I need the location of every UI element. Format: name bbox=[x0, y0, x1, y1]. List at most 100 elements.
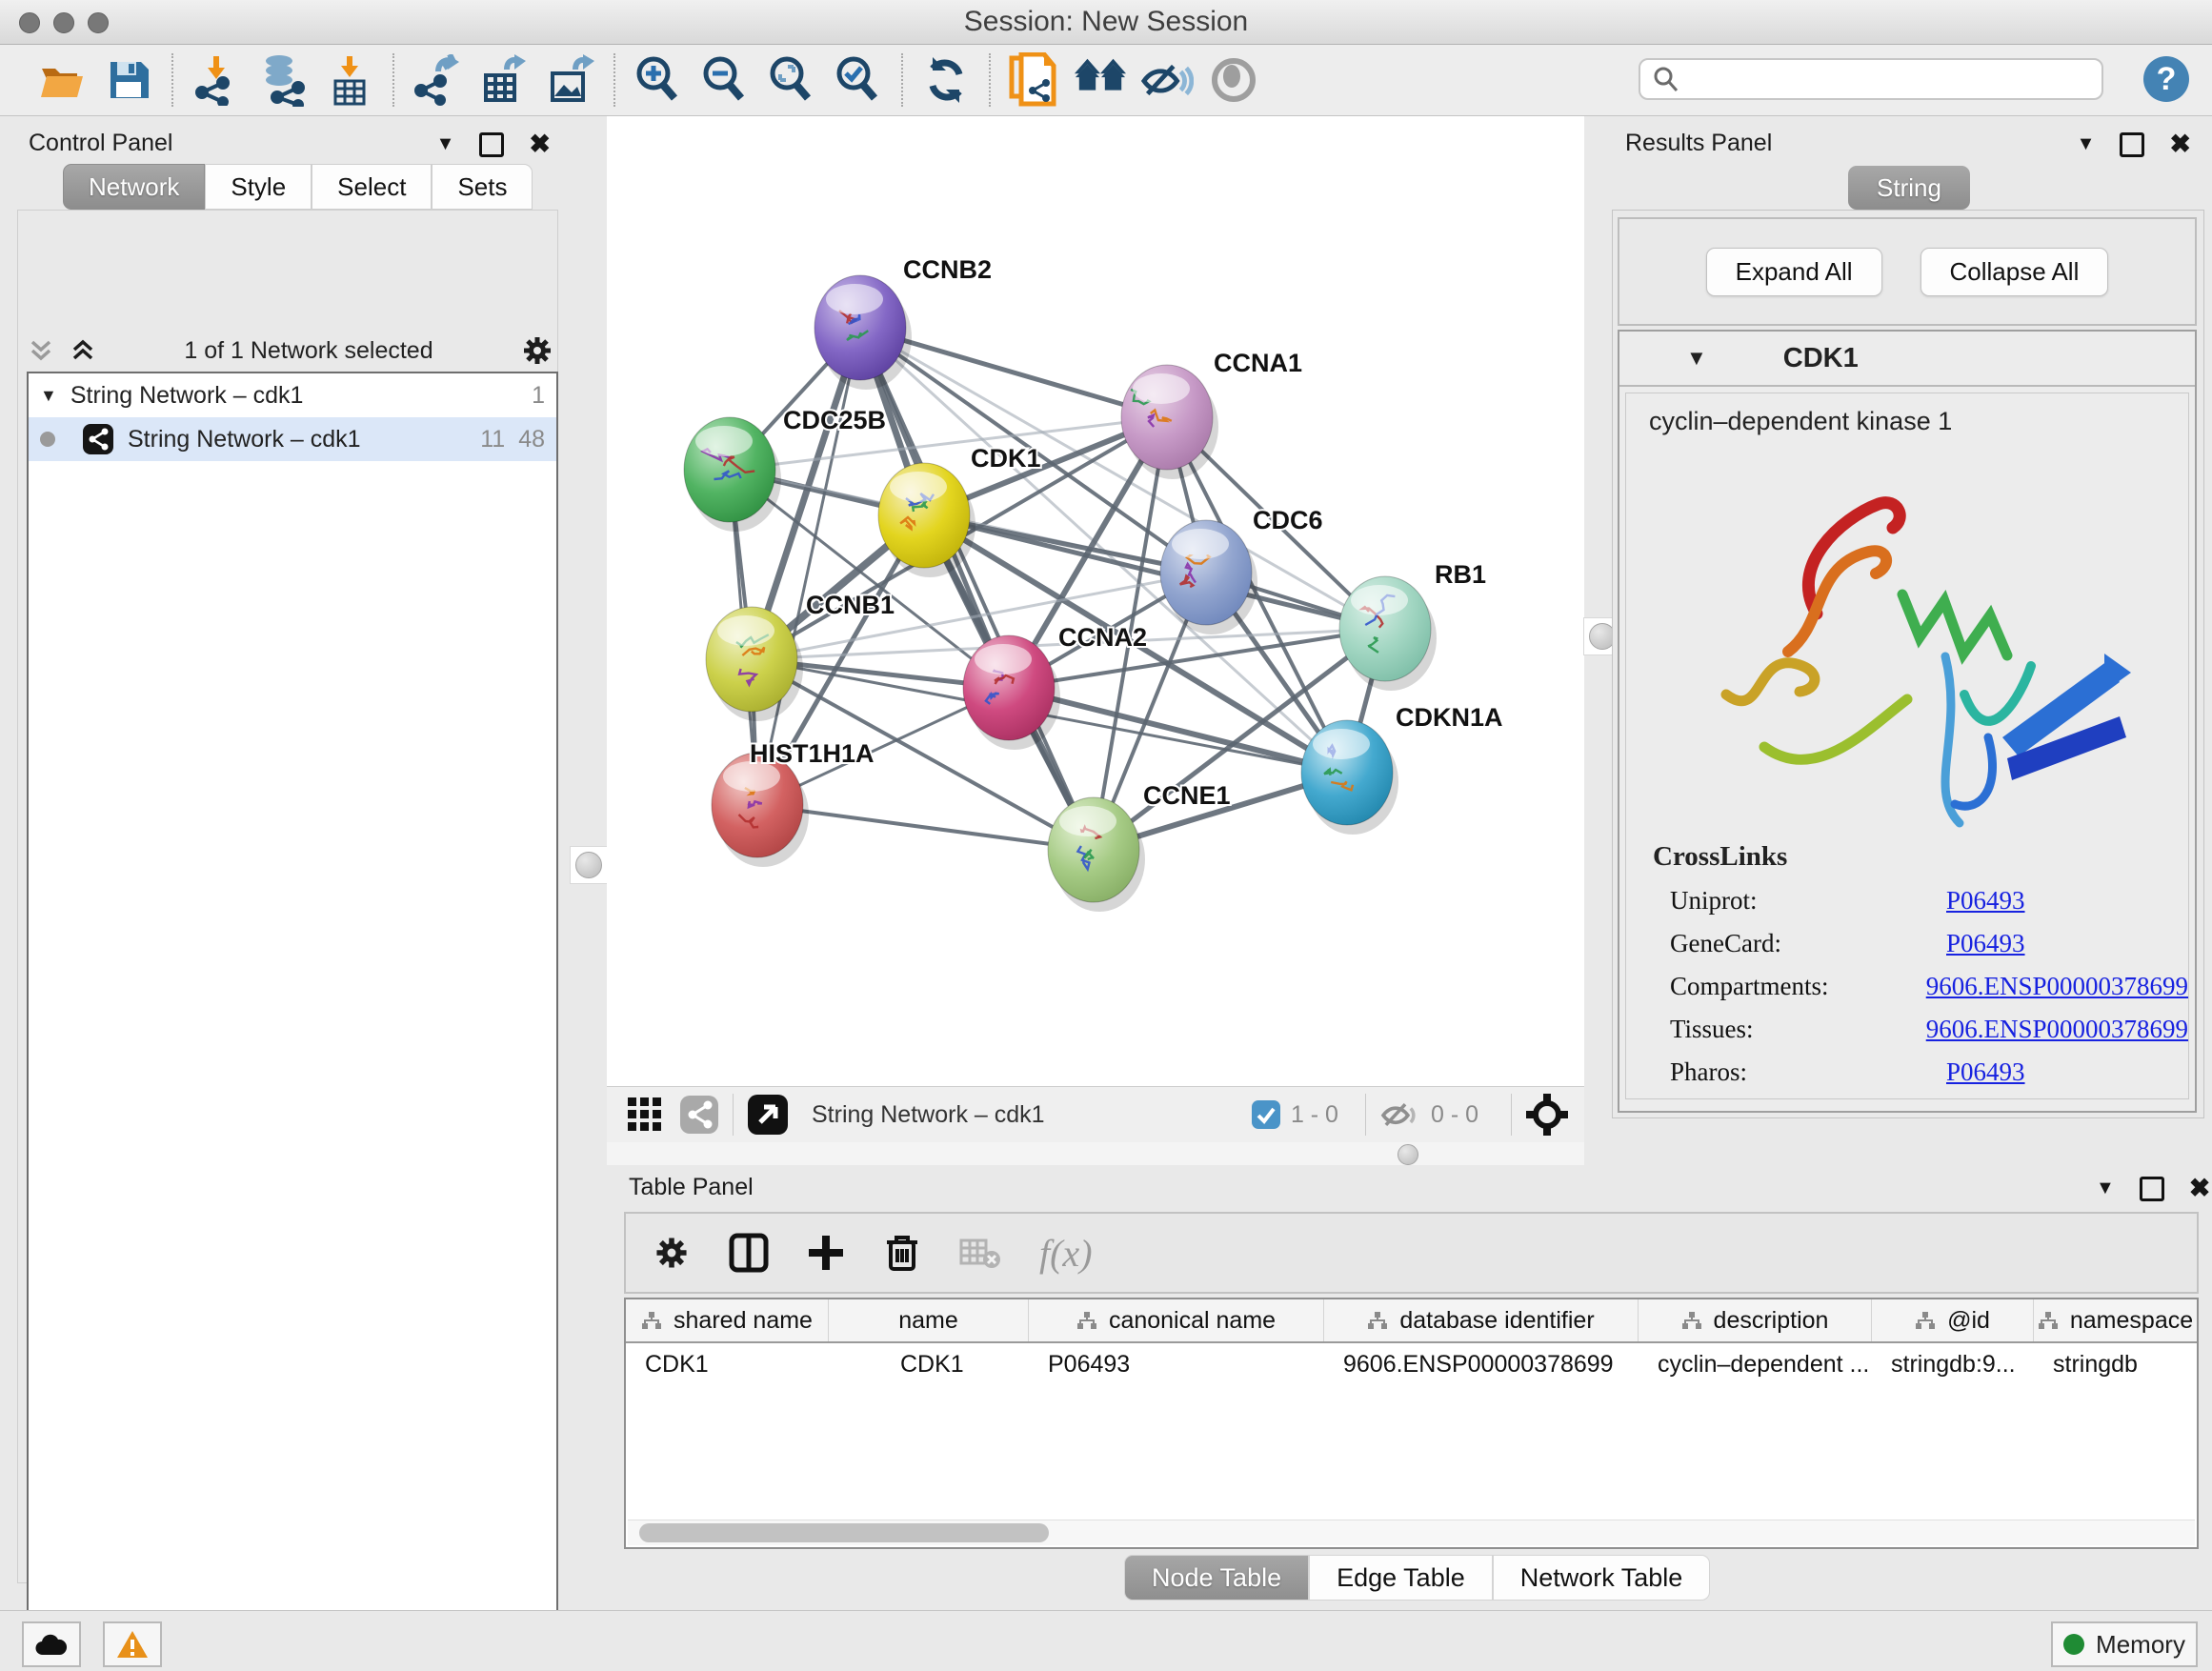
svg-text:CDKN1A: CDKN1A bbox=[1396, 703, 1503, 732]
column-header-canonical-name[interactable]: canonical name bbox=[1029, 1299, 1324, 1341]
table-horizontal-scrollbar[interactable] bbox=[628, 1520, 2195, 1545]
tab-edge-table[interactable]: Edge Table bbox=[1309, 1555, 1493, 1601]
import-table-icon[interactable] bbox=[323, 53, 376, 107]
column-header-description[interactable]: description bbox=[1639, 1299, 1872, 1341]
control-panel-collapse-icon[interactable]: ▼ bbox=[436, 133, 455, 155]
column-header-shared-name[interactable]: shared name bbox=[626, 1299, 829, 1341]
crosslink-link[interactable]: P06493 bbox=[1946, 886, 2025, 916]
birds-eye-icon[interactable] bbox=[1525, 1093, 1569, 1137]
horizontal-splitter-handle[interactable] bbox=[1398, 1144, 1418, 1165]
zoom-out-icon[interactable] bbox=[698, 53, 752, 107]
memory-button[interactable]: Memory bbox=[2051, 1621, 2198, 1667]
selected-checkbox-icon[interactable] bbox=[1251, 1099, 1281, 1130]
delete-column-icon[interactable] bbox=[883, 1233, 921, 1273]
crosslink-label: Compartments: bbox=[1670, 972, 1926, 1001]
tab-node-table[interactable]: Node Table bbox=[1124, 1555, 1309, 1601]
scrollbar-thumb[interactable] bbox=[639, 1523, 1049, 1542]
help-button[interactable]: ? bbox=[2143, 56, 2189, 102]
column-header-name[interactable]: name bbox=[829, 1299, 1029, 1341]
network-type-icon bbox=[82, 423, 114, 455]
export-table-icon[interactable] bbox=[477, 53, 531, 107]
entry-description: cyclin–dependent kinase 1 bbox=[1626, 393, 2188, 436]
table-gear-icon[interactable] bbox=[653, 1234, 691, 1272]
tab-select[interactable]: Select bbox=[312, 164, 432, 210]
zoom-selected-icon[interactable] bbox=[832, 53, 885, 107]
status-bar: Memory bbox=[0, 1610, 2212, 1671]
crosslink-link[interactable]: P06493 bbox=[1946, 1057, 2025, 1087]
tab-network-table[interactable]: Network Table bbox=[1493, 1555, 1711, 1601]
control-panel-float-icon[interactable] bbox=[479, 132, 504, 157]
network-row[interactable]: String Network – cdk1 11 48 bbox=[29, 417, 556, 461]
cloud-button[interactable] bbox=[22, 1621, 81, 1667]
column-header-id[interactable]: @id bbox=[1872, 1299, 2034, 1341]
column-header-database-identifier[interactable]: database identifier bbox=[1324, 1299, 1639, 1341]
cell-name: CDK1 bbox=[829, 1351, 1029, 1379]
control-panel-close-icon[interactable]: ✖ bbox=[529, 130, 551, 159]
results-panel-collapse-icon[interactable]: ▼ bbox=[2077, 133, 2096, 155]
table-row[interactable]: CDK1 CDK1 P06493 9606.ENSP00000378699 cy… bbox=[626, 1343, 2197, 1385]
memory-status-dot bbox=[2063, 1634, 2084, 1655]
control-panel-title: Control Panel bbox=[29, 130, 172, 157]
table-panel-close-icon[interactable]: ✖ bbox=[2189, 1174, 2211, 1203]
import-network-icon[interactable] bbox=[190, 53, 243, 107]
table-panel-collapse-icon[interactable]: ▼ bbox=[2096, 1178, 2115, 1199]
tab-network[interactable]: Network bbox=[63, 164, 205, 210]
zoom-fit-icon[interactable] bbox=[765, 53, 818, 107]
import-database-icon[interactable] bbox=[256, 53, 310, 107]
string-document-icon[interactable] bbox=[1007, 53, 1060, 107]
table-tabs: Node TableEdge TableNetwork Table bbox=[1124, 1555, 1710, 1601]
refresh-icon[interactable] bbox=[919, 53, 973, 107]
grid-view-icon[interactable] bbox=[626, 1096, 664, 1134]
detach-view-icon[interactable] bbox=[747, 1094, 789, 1136]
column-header-namespace[interactable]: namespace bbox=[2034, 1299, 2197, 1341]
tab-style[interactable]: Style bbox=[205, 164, 312, 210]
left-splitter-handle[interactable] bbox=[570, 846, 608, 884]
string-network-graph[interactable]: CCNB2CCNA1CDC25BCDK1CDC6RB1CCNB1CCNA2CDK… bbox=[607, 116, 1584, 1086]
window-title: Session: New Session bbox=[0, 6, 2212, 38]
show-all-icon[interactable] bbox=[1207, 53, 1260, 107]
open-file-icon[interactable] bbox=[35, 53, 89, 107]
svg-text:CCNA1: CCNA1 bbox=[1214, 349, 1302, 377]
expand-all-button[interactable]: Expand All bbox=[1706, 248, 1882, 296]
save-session-icon[interactable] bbox=[102, 53, 155, 107]
selected-count: 1 - 0 bbox=[1291, 1101, 1338, 1129]
crosslink-link[interactable]: 9606.ENSP00000378699 bbox=[1926, 1015, 2188, 1044]
network-label: String Network – cdk1 bbox=[128, 426, 467, 453]
entry-expander-icon[interactable]: ▼ bbox=[1686, 346, 1707, 371]
zoom-in-icon[interactable] bbox=[632, 53, 685, 107]
cdk1-entry-header[interactable]: ▼ CDK1 bbox=[1619, 332, 2195, 387]
network-collection-row[interactable]: ▼ String Network – cdk1 1 bbox=[29, 373, 556, 417]
collapse-all-button[interactable]: Collapse All bbox=[1920, 248, 2109, 296]
cell-database-identifier: 9606.ENSP00000378699 bbox=[1324, 1351, 1639, 1379]
table-panel-float-icon[interactable] bbox=[2140, 1177, 2164, 1201]
warnings-button[interactable] bbox=[103, 1621, 162, 1667]
crosslink-link[interactable]: 9606.ENSP00000378699 bbox=[1926, 972, 2188, 1001]
results-panel-close-icon[interactable]: ✖ bbox=[2169, 130, 2191, 159]
expand-all-icon[interactable] bbox=[69, 336, 97, 365]
houses-icon[interactable] bbox=[1074, 53, 1127, 107]
network-view-icon[interactable] bbox=[679, 1095, 719, 1135]
tree-expander-icon[interactable]: ▼ bbox=[40, 386, 57, 406]
tab-sets[interactable]: Sets bbox=[432, 164, 533, 210]
hide-selected-icon[interactable] bbox=[1140, 53, 1194, 107]
cell-description: cyclin–dependent ... bbox=[1639, 1351, 1872, 1379]
add-column-icon[interactable] bbox=[807, 1234, 845, 1272]
columns-icon[interactable] bbox=[729, 1233, 769, 1273]
crosslink-link[interactable]: P06493 bbox=[1946, 929, 2025, 958]
horizontal-splitter[interactable] bbox=[607, 1142, 1584, 1165]
collapse-all-icon[interactable] bbox=[27, 336, 55, 365]
network-view-toolbar: String Network – cdk1 1 - 0 0 - 0 bbox=[607, 1086, 1584, 1143]
search-input[interactable] bbox=[1639, 58, 2103, 100]
export-network-icon[interactable] bbox=[411, 53, 464, 107]
delete-table-icon bbox=[959, 1237, 1001, 1269]
gear-icon[interactable] bbox=[520, 333, 554, 368]
crosslink-label: Tissues: bbox=[1670, 1015, 1926, 1044]
export-image-icon[interactable] bbox=[544, 53, 597, 107]
results-panel-float-icon[interactable] bbox=[2120, 132, 2144, 157]
collection-count: 1 bbox=[532, 382, 545, 410]
tab-string[interactable]: String bbox=[1848, 166, 1970, 210]
svg-text:CCNA2: CCNA2 bbox=[1058, 623, 1147, 652]
network-canvas[interactable]: CCNB2CCNA1CDC25BCDK1CDC6RB1CCNB1CCNA2CDK… bbox=[607, 116, 1584, 1086]
hidden-count: 0 - 0 bbox=[1431, 1101, 1478, 1129]
function-builder-icon: f(x) bbox=[1039, 1231, 1093, 1276]
